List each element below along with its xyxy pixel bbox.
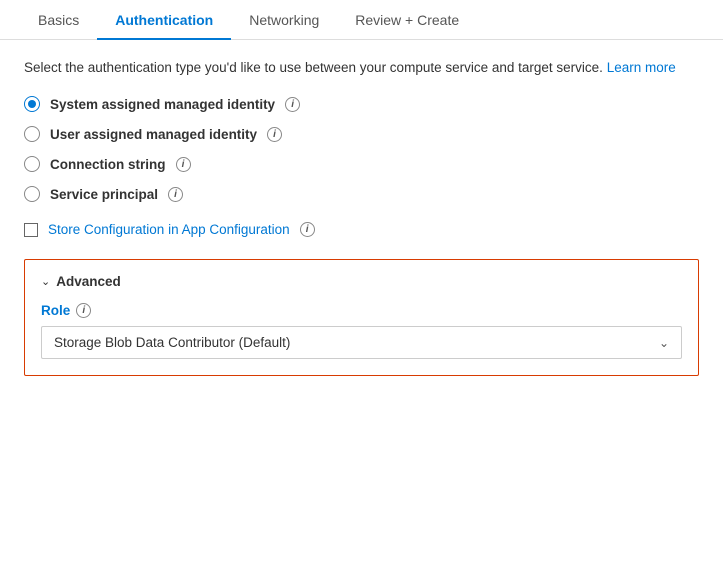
option-service-principal-label: Service principal (50, 187, 158, 202)
info-icon-service-principal[interactable]: i (168, 187, 183, 202)
learn-more-link[interactable]: Learn more (607, 60, 676, 75)
advanced-section: ⌄ Advanced Role i Storage Blob Data Cont… (24, 259, 699, 376)
option-system-assigned-label: System assigned managed identity (50, 97, 275, 112)
nav-tabs: Basics Authentication Networking Review … (0, 0, 723, 40)
info-icon-user-assigned[interactable]: i (267, 127, 282, 142)
store-config-checkbox[interactable] (24, 223, 38, 237)
role-dropdown[interactable]: Storage Blob Data Contributor (Default) … (41, 326, 682, 359)
info-icon-store-config[interactable]: i (300, 222, 315, 237)
option-user-assigned[interactable]: User assigned managed identity i (24, 126, 699, 142)
description-text: Select the authentication type you'd lik… (24, 60, 603, 75)
description: Select the authentication type you'd lik… (24, 58, 699, 78)
option-connection-string-label: Connection string (50, 157, 166, 172)
main-content: Select the authentication type you'd lik… (0, 40, 723, 394)
dropdown-chevron-icon: ⌄ (659, 336, 669, 350)
tab-review-create[interactable]: Review + Create (337, 0, 477, 40)
option-service-principal[interactable]: Service principal i (24, 186, 699, 202)
radio-connection-string[interactable] (24, 156, 40, 172)
auth-options-group: System assigned managed identity i User … (24, 96, 699, 202)
radio-system-assigned[interactable] (24, 96, 40, 112)
role-label: Role (41, 303, 70, 318)
radio-user-assigned[interactable] (24, 126, 40, 142)
option-system-assigned[interactable]: System assigned managed identity i (24, 96, 699, 112)
option-connection-string[interactable]: Connection string i (24, 156, 699, 172)
tab-basics[interactable]: Basics (20, 0, 97, 40)
store-config-label: Store Configuration in App Configuration (48, 222, 290, 237)
radio-service-principal[interactable] (24, 186, 40, 202)
checkbox-row[interactable]: Store Configuration in App Configuration… (24, 222, 699, 237)
role-dropdown-value: Storage Blob Data Contributor (Default) (54, 335, 290, 350)
advanced-title: Advanced (56, 274, 121, 289)
info-icon-role[interactable]: i (76, 303, 91, 318)
tab-networking[interactable]: Networking (231, 0, 337, 40)
info-icon-system-assigned[interactable]: i (285, 97, 300, 112)
chevron-advanced-icon: ⌄ (41, 275, 50, 288)
option-user-assigned-label: User assigned managed identity (50, 127, 257, 142)
tab-authentication[interactable]: Authentication (97, 0, 231, 40)
info-icon-connection-string[interactable]: i (176, 157, 191, 172)
advanced-header[interactable]: ⌄ Advanced (41, 274, 682, 289)
role-label-row: Role i (41, 303, 682, 318)
